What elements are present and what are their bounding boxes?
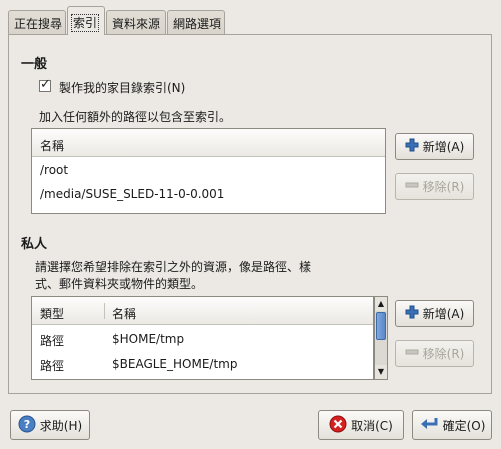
general-remove-button[interactable]: 移除(R) — [395, 173, 474, 200]
help-label: 求助(H) — [39, 418, 83, 433]
path-cell: /root — [40, 163, 69, 177]
private-description-line1: 請選擇您希望排除在索引之外的資源，像是路徑、樣 — [35, 260, 312, 274]
excluded-resources-table[interactable]: 類型 名稱 路徑 $HOME/tmp 路徑 $BEAGLE_HOME/tmp — [31, 296, 374, 380]
scroll-down-arrow-icon[interactable]: ▼ — [375, 365, 387, 379]
column-header-name[interactable]: 名稱 — [112, 305, 136, 322]
add-label: 新增(A) — [422, 140, 465, 154]
tab-network[interactable]: 網路選項 — [167, 10, 225, 34]
add-label: 新增(A) — [422, 307, 465, 321]
tab-sources[interactable]: 資料來源 — [106, 10, 166, 34]
plus-icon — [405, 305, 419, 322]
table-row[interactable]: 路徑 $BEAGLE_HOME/tmp — [32, 352, 373, 376]
column-divider — [104, 303, 105, 319]
home-index-label: 製作我的家目錄索引(N) — [59, 81, 186, 95]
ok-button[interactable]: 確定(O) — [412, 410, 492, 440]
table-row[interactable]: 路徑 $HOME/tmp — [32, 327, 373, 351]
tab-label: 索引 — [70, 14, 100, 32]
minus-icon — [405, 178, 419, 195]
table-header: 類型 名稱 — [32, 297, 373, 325]
tab-panel-index: 一般 ✓ 製作我的家目錄索引(N) 加入任何額外的路徑以包含至索引。 名稱 /r… — [8, 34, 492, 394]
check-icon: ✓ — [40, 77, 51, 92]
table-row[interactable]: /root — [32, 158, 385, 182]
home-index-checkbox[interactable]: ✓ — [39, 77, 51, 92]
private-add-button[interactable]: 新增(A) — [395, 300, 474, 327]
type-cell: 路徑 — [40, 359, 65, 373]
remove-label: 移除(R) — [422, 347, 465, 361]
tab-search[interactable]: 正在搜尋 — [8, 10, 66, 34]
private-description-line2: 式、郵件資料夾或物件的類型。 — [35, 277, 204, 291]
column-header-name[interactable]: 名稱 — [40, 137, 64, 154]
vertical-scrollbar[interactable]: ▲ ▼ — [374, 296, 388, 380]
remove-label: 移除(R) — [422, 180, 465, 194]
private-remove-button[interactable]: 移除(R) — [395, 340, 474, 367]
cancel-label: 取消(C) — [351, 418, 393, 433]
column-header-type[interactable]: 類型 — [40, 305, 64, 322]
tab-label: 正在搜尋 — [14, 17, 63, 31]
cancel-button[interactable]: 取消(C) — [318, 410, 404, 440]
ok-label: 確定(O) — [442, 418, 486, 433]
tab-index[interactable]: 索引 — [67, 6, 105, 35]
scroll-up-arrow-icon[interactable]: ▲ — [375, 297, 387, 311]
tab-label: 資料來源 — [112, 17, 161, 31]
general-section-title: 一般 — [21, 57, 48, 72]
type-cell: 路徑 — [40, 334, 65, 348]
table-row[interactable]: /media/SUSE_SLED-11-0-0.001 — [32, 182, 385, 206]
general-description: 加入任何額外的路徑以包含至索引。 — [39, 110, 232, 124]
name-cell: $HOME/tmp — [112, 332, 185, 346]
svg-text:?: ? — [24, 418, 30, 431]
name-cell: $BEAGLE_HOME/tmp — [112, 357, 238, 371]
ok-icon — [419, 416, 439, 435]
tab-label: 網路選項 — [173, 17, 222, 31]
minus-icon — [405, 345, 419, 362]
general-add-button[interactable]: 新增(A) — [395, 133, 474, 160]
help-icon: ? — [18, 415, 36, 436]
scrollbar-thumb[interactable] — [376, 312, 386, 340]
path-cell: /media/SUSE_SLED-11-0-0.001 — [40, 187, 225, 201]
cancel-icon — [329, 415, 347, 436]
table-header: 名稱 — [32, 129, 385, 157]
private-section-title: 私人 — [21, 237, 48, 252]
help-button[interactable]: ? 求助(H) — [10, 410, 90, 440]
index-paths-table[interactable]: 名稱 /root /media/SUSE_SLED-11-0-0.001 — [31, 128, 386, 214]
plus-icon — [405, 138, 419, 155]
